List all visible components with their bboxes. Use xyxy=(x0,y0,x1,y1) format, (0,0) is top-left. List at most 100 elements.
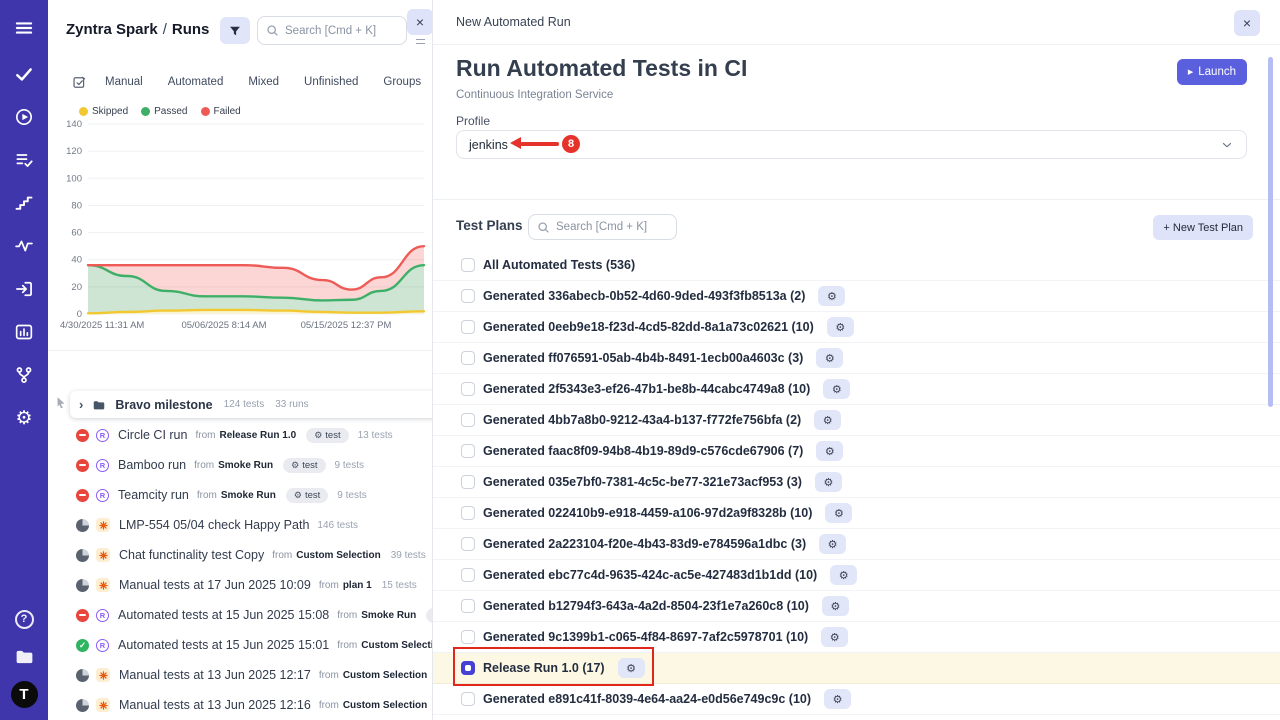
panel-close-button[interactable]: × xyxy=(407,9,432,35)
project-name[interactable]: Zyntra Spark xyxy=(66,21,158,38)
test-plan-checkbox[interactable] xyxy=(461,320,475,334)
test-plan-settings-button[interactable]: ⚙ xyxy=(814,410,841,430)
tab-manual[interactable]: Manual xyxy=(105,76,143,88)
test-plan-checkbox[interactable] xyxy=(461,475,475,489)
test-plan-row[interactable]: Generated 2f5343e3-ef26-47b1-be8b-44cabc… xyxy=(433,374,1280,405)
scrollbar-thumb[interactable] xyxy=(1268,57,1273,407)
test-plan-settings-button[interactable]: ⚙ xyxy=(819,534,846,554)
test-plan-checkbox[interactable] xyxy=(461,692,475,706)
test-plan-row[interactable]: Generated 0eeb9e18-f23d-4cd5-82dd-8a1a73… xyxy=(433,312,1280,343)
test-plan-row[interactable]: Generated faac8f09-94b8-4b19-89d9-c576cd… xyxy=(433,436,1280,467)
test-plan-row[interactable]: Release Run 1.0 (17)⚙ xyxy=(433,653,1280,684)
test-plan-checkbox[interactable] xyxy=(461,258,475,272)
run-row[interactable]: RAutomated tests at 15 Jun 2025 15:01fro… xyxy=(48,630,432,660)
play-circle-icon[interactable] xyxy=(8,105,40,129)
test-plan-checkbox[interactable] xyxy=(461,537,475,551)
test-plan-checkbox[interactable] xyxy=(461,351,475,365)
test-plan-settings-button[interactable]: ⚙ xyxy=(825,503,852,523)
legend-item-failed[interactable]: Failed xyxy=(201,106,241,117)
run-row[interactable]: Chat functinality test CopyfromCustom Se… xyxy=(48,540,432,570)
test-plans-search[interactable] xyxy=(528,214,677,240)
tab-groups[interactable]: Groups xyxy=(383,76,421,88)
test-plan-settings-button[interactable]: ⚙ xyxy=(823,379,850,399)
test-plan-checkbox[interactable] xyxy=(461,382,475,396)
section-name[interactable]: Runs xyxy=(172,21,210,38)
new-test-plan-button[interactable]: + New Test Plan xyxy=(1153,215,1253,240)
test-plan-checkbox[interactable] xyxy=(461,289,475,303)
test-plan-row[interactable]: Generated e891c41f-8039-4e64-aa24-e0d56e… xyxy=(433,684,1280,715)
test-plan-row[interactable]: All Automated Tests (536) xyxy=(433,250,1280,281)
test-plan-settings-button[interactable]: ⚙ xyxy=(822,596,849,616)
run-row[interactable]: RCircle CI runfromRelease Run 1.0⚙test13… xyxy=(48,420,432,450)
test-plan-row[interactable]: Generated b12794f3-643a-4a2d-8504-23f1e7… xyxy=(433,591,1280,622)
tab-unfinished[interactable]: Unfinished xyxy=(304,76,358,88)
test-plan-row[interactable]: Generated ebc77c4d-9635-424c-ac5e-427483… xyxy=(433,560,1280,591)
test-plan-checkbox[interactable] xyxy=(461,661,475,675)
filter-button[interactable] xyxy=(220,17,250,44)
test-plan-settings-button[interactable]: ⚙ xyxy=(816,348,843,368)
runs-search-input[interactable] xyxy=(279,25,406,37)
help-icon[interactable]: ? xyxy=(8,607,40,631)
app-logo[interactable]: T xyxy=(11,681,38,708)
steps-icon[interactable] xyxy=(8,191,40,215)
test-plan-row[interactable]: Generated 2a223104-f20e-4b43-83d9-e78459… xyxy=(433,529,1280,560)
tasks-check-icon[interactable] xyxy=(8,62,40,86)
test-plan-settings-button[interactable]: ⚙ xyxy=(818,286,845,306)
legend-item-passed[interactable]: Passed xyxy=(141,106,187,117)
test-plan-checkbox[interactable] xyxy=(461,630,475,644)
test-plan-settings-button[interactable]: ⚙ xyxy=(618,658,645,678)
milestone-row[interactable]: › Bravo milestone 124 tests 33 runs xyxy=(70,391,432,418)
test-plan-settings-button[interactable]: ⚙ xyxy=(815,472,842,492)
test-plan-settings-button[interactable]: ⚙ xyxy=(824,689,851,709)
sign-in-icon[interactable] xyxy=(8,277,40,301)
test-plan-checkbox[interactable] xyxy=(461,568,475,582)
menu-icon[interactable] xyxy=(8,16,40,40)
run-row[interactable]: RAutomated tests at 15 Jun 2025 15:08fro… xyxy=(48,600,432,630)
chevron-right-icon[interactable]: › xyxy=(79,397,83,412)
test-plan-row[interactable]: Generated 022410b9-e918-4459-a106-97d2a9… xyxy=(433,498,1280,529)
test-plan-row[interactable]: Generated 336abecb-0b52-4d60-9ded-493f3f… xyxy=(433,281,1280,312)
resize-handle-icon[interactable] xyxy=(416,39,425,44)
runs-panel: Zyntra Spark/Runs × ManualAutomatedMixed… xyxy=(48,0,432,720)
run-tag-badge[interactable]: ⚙test xyxy=(286,488,328,503)
test-plan-checkbox[interactable] xyxy=(461,413,475,427)
test-plan-settings-button[interactable]: ⚙ xyxy=(827,317,854,337)
run-row[interactable]: Manual tests at 13 Jun 2025 12:17fromCus… xyxy=(48,660,432,690)
test-plan-row[interactable]: Generated 4bb7a8b0-9212-43a4-b137-f772fe… xyxy=(433,405,1280,436)
launch-button[interactable]: ▶ Launch xyxy=(1177,59,1247,85)
test-plan-checkbox[interactable] xyxy=(461,599,475,613)
tab-mixed[interactable]: Mixed xyxy=(248,76,279,88)
run-row[interactable]: LMP-554 05/04 check Happy Path146 tests xyxy=(48,510,432,540)
pulse-icon[interactable] xyxy=(8,234,40,258)
legend-item-skipped[interactable]: Skipped xyxy=(79,106,128,117)
test-plans-search-input[interactable] xyxy=(550,221,676,233)
test-plan-label: Generated 2a223104-f20e-4b43-83d9-e78459… xyxy=(483,537,806,551)
run-tag-label: test xyxy=(302,460,317,471)
test-plan-settings-button[interactable]: ⚙ xyxy=(816,441,843,461)
run-tag-badge[interactable]: ⚙test xyxy=(306,428,348,443)
test-plan-row[interactable]: Generated ff076591-05ab-4b4b-8491-1ecb00… xyxy=(433,343,1280,374)
test-plan-row[interactable]: Generated 9c1399b1-c065-4f84-8697-7af2c5… xyxy=(433,622,1280,653)
run-from-label: from xyxy=(194,460,214,471)
runs-search[interactable] xyxy=(257,16,407,45)
run-row[interactable]: Manual tests at 17 Jun 2025 10:09frompla… xyxy=(48,570,432,600)
test-plan-checkbox[interactable] xyxy=(461,506,475,520)
select-all-icon[interactable] xyxy=(72,75,87,90)
test-plan-checkbox[interactable] xyxy=(461,444,475,458)
run-row[interactable]: RTeamcity runfromSmoke Run⚙test9 tests xyxy=(48,480,432,510)
folder-icon[interactable] xyxy=(8,644,40,668)
app-root: ⚙ ? T Zyntra Spark/Runs × Ma xyxy=(0,0,1280,720)
report-chart-icon[interactable] xyxy=(8,320,40,344)
test-plan-settings-button[interactable]: ⚙ xyxy=(830,565,857,585)
gear-icon[interactable]: ⚙ xyxy=(8,406,40,430)
run-row[interactable]: Manual tests at 13 Jun 2025 12:16fromCus… xyxy=(48,690,432,720)
tab-automated[interactable]: Automated xyxy=(168,76,224,88)
branch-icon[interactable] xyxy=(8,363,40,387)
drawer-close-button[interactable]: × xyxy=(1234,10,1260,36)
test-plan-settings-button[interactable]: ⚙ xyxy=(821,627,848,647)
test-plan-row[interactable]: Generated 035e7bf0-7381-4c5c-be77-321e73… xyxy=(433,467,1280,498)
gear-icon: ⚙ xyxy=(828,538,838,551)
list-check-icon[interactable] xyxy=(8,148,40,172)
run-row[interactable]: RBamboo runfromSmoke Run⚙test9 tests xyxy=(48,450,432,480)
run-tag-badge[interactable]: ⚙test xyxy=(283,458,325,473)
